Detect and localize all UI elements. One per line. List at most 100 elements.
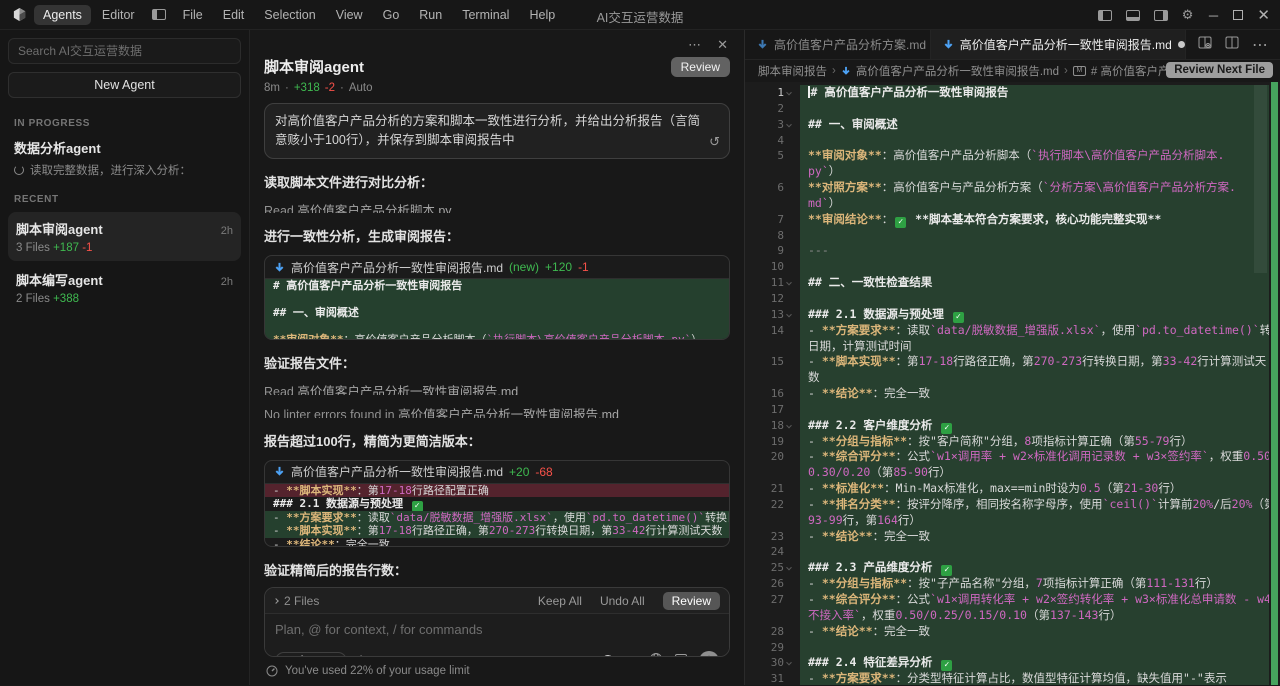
editor-line[interactable]: 11## 二、一致性检查结果 bbox=[745, 275, 1280, 291]
diff-block-new-report[interactable]: 高价值客户产品分析一致性审阅报告.md (new) +120 -1 # 高价值客… bbox=[264, 255, 730, 339]
editor-line[interactable]: 14- **方案要求**：读取`data/脱敏数据_增强版.xlsx`，使用`p… bbox=[745, 323, 1280, 339]
unsaved-dot-icon[interactable] bbox=[1178, 41, 1185, 48]
editor-line[interactable]: 日期，计算测试时间 bbox=[745, 339, 1280, 355]
editor-line[interactable]: 数 bbox=[745, 370, 1280, 386]
fold-chevron-icon[interactable] bbox=[787, 85, 795, 101]
editor-line[interactable]: 31- **方案要求**：分类型特征计算占比，数值型特征计算均值，缺失值用"-"… bbox=[745, 671, 1280, 685]
fold-chevron-icon[interactable] bbox=[787, 560, 795, 576]
editor-line[interactable]: 12 bbox=[745, 291, 1280, 307]
breadcrumb-file[interactable]: 高价值客户产品分析一致性审阅报告.md bbox=[856, 63, 1059, 79]
toggle-left-panel-icon[interactable] bbox=[1098, 10, 1112, 21]
menu-edit[interactable]: Edit bbox=[214, 5, 254, 25]
menu-agents[interactable]: Agents bbox=[34, 5, 91, 25]
editor-line[interactable]: 不接入率`，权重0.50/0.25/0.15/0.10（第137-143行） bbox=[745, 608, 1280, 624]
review-next-file-button[interactable]: Review Next File bbox=[1166, 62, 1273, 78]
file-diff-arrow-icon bbox=[274, 466, 285, 477]
editor-line[interactable]: 27- **综合评分**：公式`w1×调用转化率 + w2×签约转化率 + w3… bbox=[745, 592, 1280, 608]
editor-line[interactable]: 18### 2.2 客户维度分析 ✓ bbox=[745, 418, 1280, 434]
editor-line[interactable]: 3## 一、审阅概述 bbox=[745, 117, 1280, 133]
menu-file[interactable]: File bbox=[174, 5, 212, 25]
editor-line[interactable]: 9--- bbox=[745, 243, 1280, 259]
expand-files-chevron-icon[interactable] bbox=[273, 598, 279, 604]
editor-line[interactable]: 1# 高价值客户产品分析一致性审阅报告 bbox=[745, 85, 1280, 101]
undo-all-button[interactable]: Undo All bbox=[600, 594, 645, 608]
editor-line[interactable]: 29 bbox=[745, 640, 1280, 656]
editor-line[interactable]: 8 bbox=[745, 228, 1280, 244]
menu-terminal[interactable]: Terminal bbox=[453, 5, 518, 25]
menu-editor[interactable]: Editor bbox=[93, 5, 144, 25]
editor-line[interactable]: 10 bbox=[745, 259, 1280, 275]
new-agent-button[interactable]: New Agent bbox=[8, 72, 241, 98]
diff-block-simplified-report[interactable]: 高价值客户产品分析一致性审阅报告.md +20 -68 - **脚本实现**：第… bbox=[264, 460, 730, 548]
editor-line[interactable]: 16- **结论**：完全一致 bbox=[745, 386, 1280, 402]
read-file-line[interactable]: Read 高价值客户产品分析一致性审阅报告.md bbox=[264, 381, 730, 395]
editor-line[interactable]: 13### 2.1 数据源与预处理 ✓ bbox=[745, 307, 1280, 323]
chat-close-icon[interactable]: ✕ bbox=[717, 37, 728, 53]
editor-line[interactable]: 21- **标准化**：Min-Max标准化，max==min时设为0.5（第2… bbox=[745, 481, 1280, 497]
settings-gear-icon[interactable]: ⚙ bbox=[1182, 7, 1194, 23]
fold-chevron-icon[interactable] bbox=[787, 418, 795, 434]
split-editor-icon[interactable] bbox=[1225, 36, 1239, 54]
gauge-icon bbox=[266, 665, 278, 677]
file-diff-arrow-icon bbox=[274, 262, 285, 273]
editor-line[interactable]: 2 bbox=[745, 101, 1280, 117]
split-diff-icon[interactable] bbox=[1198, 36, 1212, 54]
editor-line[interactable]: 17 bbox=[745, 402, 1280, 418]
sidebar-item-脚本编写agent[interactable]: 脚本编写agent2h2 Files +388 bbox=[8, 263, 241, 312]
review-button[interactable]: Review bbox=[671, 57, 730, 77]
menu-help[interactable]: Help bbox=[520, 5, 564, 25]
fold-chevron-icon[interactable] bbox=[787, 117, 795, 133]
prompt-input[interactable]: Plan, @ for context, / for commands ∞ Ag… bbox=[265, 614, 729, 657]
review-changes-button[interactable]: Review bbox=[663, 592, 720, 610]
editor-line[interactable]: 0.30/0.20（第85-90行） bbox=[745, 465, 1280, 481]
breadcrumb-folder[interactable]: 脚本审阅报告 bbox=[758, 63, 827, 79]
editor-line[interactable]: 20- **综合评分**：公式`w1×调用率 + w2×标准化调用记录数 + w… bbox=[745, 449, 1280, 465]
window-close-button[interactable]: ✕ bbox=[1257, 6, 1270, 24]
editor-line[interactable]: 22- **排名分类**：按评分降序，相同按名称字母序，使用`ceil()`计算… bbox=[745, 497, 1280, 513]
toggle-right-panel-icon[interactable] bbox=[1154, 10, 1168, 21]
menu-go[interactable]: Go bbox=[374, 5, 409, 25]
editor-line[interactable]: 23- **结论**：完全一致 bbox=[745, 529, 1280, 545]
tab-review-report-md[interactable]: 高价值客户产品分析一致性审阅报告.md bbox=[931, 30, 1186, 59]
editor-line[interactable]: 93-99行，第164行） bbox=[745, 513, 1280, 529]
changed-files-bar[interactable]: 2 Files Keep All Undo All Review bbox=[265, 588, 729, 614]
menu-selection[interactable]: Selection bbox=[255, 5, 324, 25]
menu-view[interactable]: View bbox=[327, 5, 372, 25]
editor-line[interactable]: 7**审阅结论**：✓ **脚本基本符合方案要求，核心功能完整实现** bbox=[745, 212, 1280, 228]
editor-content[interactable]: 1# 高价值客户产品分析一致性审阅报告23## 一、审阅概述45**审阅对象**… bbox=[745, 82, 1280, 685]
editor-line[interactable]: md`） bbox=[745, 196, 1280, 212]
tab-plan-md[interactable]: 高价值客户产品分析方案.md bbox=[745, 30, 931, 59]
editor-more-icon[interactable]: ⋯ bbox=[1252, 35, 1268, 55]
toggle-bottom-panel-icon[interactable] bbox=[1126, 10, 1140, 21]
window-minimize-button[interactable]: ─ bbox=[1207, 8, 1219, 23]
fold-chevron-icon[interactable] bbox=[787, 655, 795, 671]
sidebar-item-脚本审阅agent[interactable]: 脚本审阅agent2h3 Files +187 -1 bbox=[8, 212, 241, 261]
search-input[interactable]: Search AI交互运营数据 bbox=[8, 38, 241, 64]
editor-line[interactable]: 26- **分组与指标**：按"子产品名称"分组，7项指标计算正确（第111-1… bbox=[745, 576, 1280, 592]
breadcrumb[interactable]: 脚本审阅报告 › 高价值客户产品分析一致性审阅报告.md › M # 高价值客户… bbox=[745, 60, 1280, 82]
restore-checkpoint-icon[interactable]: ↺ bbox=[709, 132, 720, 152]
fold-chevron-icon[interactable] bbox=[787, 307, 795, 323]
window-maximize-button[interactable] bbox=[1233, 10, 1243, 20]
scrollbar-thumb[interactable] bbox=[1254, 85, 1267, 273]
editor-line[interactable]: 4 bbox=[745, 133, 1280, 149]
editor-line[interactable]: 5**审阅对象**：高价值客户产品分析脚本（`执行脚本\高价值客户产品分析脚本. bbox=[745, 148, 1280, 164]
chat-more-icon[interactable]: ⋯ bbox=[688, 37, 701, 53]
editor-line[interactable]: 30### 2.4 特征差异分析 ✓ bbox=[745, 655, 1280, 671]
check-icon: ✓ bbox=[953, 312, 964, 323]
sidebar-item-in-progress[interactable]: 数据分析agent 读取完整数据，进行深入分析： bbox=[8, 136, 241, 188]
fold-chevron-icon[interactable] bbox=[787, 275, 795, 291]
agent-name: 数据分析agent bbox=[14, 138, 235, 157]
editor-line[interactable]: 19- **分组与指标**：按"客户简称"分组，8项指标计算正确（第55-79行… bbox=[745, 434, 1280, 450]
editor-line[interactable]: 6**对照方案**：高价值客户与产品分析方案（`分析方案\高价值客户产品分析方案… bbox=[745, 180, 1280, 196]
menu-run[interactable]: Run bbox=[410, 5, 451, 25]
editor-line[interactable]: 28- **结论**：完全一致 bbox=[745, 624, 1280, 640]
read-file-line[interactable]: Read 高价值客户产品分析脚本.py bbox=[264, 200, 730, 214]
keep-all-button[interactable]: Keep All bbox=[538, 594, 582, 608]
editor-line[interactable]: 15- **脚本实现**：第17-18行路径正确，第270-273行转换日期，第… bbox=[745, 354, 1280, 370]
editor-line[interactable]: 25### 2.3 产品维度分析 ✓ bbox=[745, 560, 1280, 576]
editor-line[interactable]: 24 bbox=[745, 544, 1280, 560]
step-heading: 报告超过100行，精简为更简洁版本： bbox=[264, 431, 730, 450]
sidebar-toggle-icon[interactable] bbox=[152, 9, 166, 20]
editor-line[interactable]: py`） bbox=[745, 164, 1280, 180]
